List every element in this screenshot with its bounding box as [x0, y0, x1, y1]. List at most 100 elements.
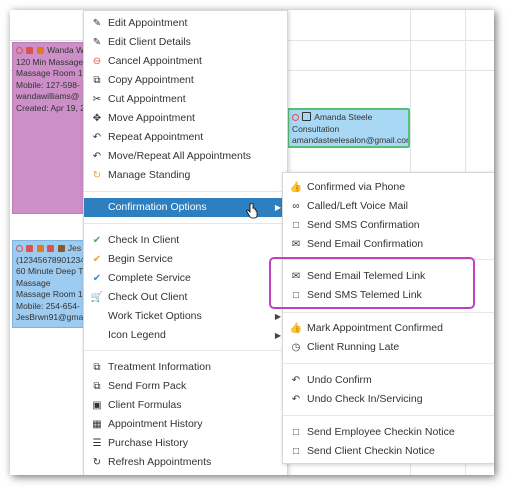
scissors-icon: ✂: [92, 94, 102, 105]
repeat-icon: ↶: [92, 151, 102, 162]
menu-item-copy-appointment[interactable]: ⧉ Copy Appointment: [84, 71, 287, 90]
menu-separator: [84, 223, 287, 224]
menu-item-treatment-information[interactable]: ⧉ Treatment Information: [84, 358, 287, 377]
sms-icon: □: [292, 446, 300, 457]
appointment-block-wanda[interactable]: Wanda W 120 Min Massage Massage Room 1 M…: [12, 42, 88, 214]
menu-item-begin-service[interactable]: ✔ Begin Service: [84, 250, 287, 269]
menu-item-cancel-appointment[interactable]: ⊖ Cancel Appointment: [84, 52, 287, 71]
menu-item-manage-standing[interactable]: ↻ Manage Standing: [84, 166, 287, 185]
list-icon: ☰: [92, 438, 102, 449]
cancel-icon: [292, 114, 299, 121]
appointment-mobile: Mobile: 254-654-: [16, 300, 80, 311]
thumbs-up-icon: 👍: [289, 182, 303, 193]
note-icon: [36, 245, 44, 252]
submenu-item-send-email-confirmation[interactable]: ✉ Send Email Confirmation: [283, 235, 494, 254]
voicemail-icon: ∞: [292, 201, 300, 212]
menu-separator: [283, 312, 494, 313]
cart-icon: 🛒: [90, 292, 104, 303]
appointment-email: wandawilliams@: [16, 91, 80, 101]
sms-icon: □: [292, 427, 300, 438]
pencil-icon: ✎: [92, 18, 102, 29]
appointment-created: Created: Apr 19, 2: [16, 102, 85, 113]
menu-item-appointment-history[interactable]: ▦ Appointment History: [84, 415, 287, 434]
appointment-service-type: Massage: [16, 277, 51, 288]
document-icon: ⧉: [93, 362, 101, 373]
menu-item-edit-appointment[interactable]: ✎ Edit Appointment: [84, 14, 287, 33]
menu-separator: [84, 191, 287, 192]
menu-item-cut-appointment[interactable]: ✂ Cut Appointment: [84, 90, 287, 109]
submenu-item-mark-appointment-confirmed[interactable]: 👍 Mark Appointment Confirmed: [283, 319, 494, 338]
appointment-email: amandasteelesalon@gmail.com: [292, 135, 410, 145]
menu-item-check-in-client[interactable]: ✔ Check In Client: [84, 231, 287, 250]
check-circle-icon: ✔: [92, 254, 102, 265]
submenu-item-send-client-checkin-notice[interactable]: □ Send Client Checkin Notice: [283, 442, 494, 461]
menu-separator: [84, 350, 287, 351]
submenu-arrow-icon: ▶: [274, 203, 281, 212]
thumbs-icon: [26, 245, 34, 252]
appointment-status-icons: Wanda W: [16, 45, 84, 57]
submenu-arrow-icon: ▶: [274, 312, 281, 321]
calendar-icon: ▦: [92, 419, 102, 430]
menu-separator: [283, 415, 494, 416]
appointment-header: Amanda Steele: [292, 112, 405, 124]
move-icon: ✥: [92, 113, 102, 124]
submenu-item-undo-confirm[interactable]: ↶ Undo Confirm: [283, 371, 494, 390]
appointment-status-icons: Jes: [16, 243, 84, 255]
submenu-item-called-left-voice-mail[interactable]: ∞ Called/Left Voice Mail: [283, 197, 494, 216]
flag-icon: [47, 245, 55, 252]
menu-item-edit-client-details[interactable]: ✎ Edit Client Details: [84, 33, 287, 52]
submenu-item-send-employee-checkin-notice[interactable]: □ Send Employee Checkin Notice: [283, 423, 494, 442]
menu-item-purchase-history[interactable]: ☰ Purchase History: [84, 434, 287, 453]
email-icon: ✉: [291, 239, 301, 250]
menu-item-move-appointment[interactable]: ✥ Move Appointment: [84, 109, 287, 128]
flask-icon: ▣: [92, 400, 102, 411]
submenu-item-send-sms-confirmation[interactable]: □ Send SMS Confirmation: [283, 216, 494, 235]
repeat-icon: ↶: [92, 132, 102, 143]
appointment-client-name: Wanda W: [47, 45, 85, 55]
appointment-mobile: Mobile: 127-598-: [16, 79, 80, 90]
submenu-item-confirmed-via-phone[interactable]: 👍 Confirmed via Phone: [283, 178, 494, 197]
flag-icon: [26, 47, 34, 54]
appointment-service: Consultation: [292, 123, 340, 134]
appointment-email: JesBrwn91@gmai: [16, 312, 86, 322]
menu-item-repeat-appointment[interactable]: ↶ Repeat Appointment: [84, 128, 287, 147]
menu-separator: [283, 363, 494, 364]
note-icon: [36, 47, 44, 54]
copy-icon: ⧉: [93, 75, 101, 86]
menu-item-work-ticket-options[interactable]: Work Ticket Options ▶: [84, 307, 287, 326]
undo-icon: ↶: [291, 394, 301, 405]
refresh-icon: ↻: [92, 457, 102, 468]
confirmation-options-submenu: 👍 Confirmed via Phone ∞ Called/Left Voic…: [282, 172, 494, 464]
submenu-arrow-icon: ▶: [274, 331, 281, 340]
menu-item-refresh-appointments[interactable]: ↻ Refresh Appointments: [84, 453, 287, 472]
appointment-client-name: Amanda Steele: [314, 112, 373, 122]
appointment-block-amanda[interactable]: Amanda Steele Consultation amandasteeles…: [287, 108, 410, 148]
standing-icon: ↻: [92, 170, 102, 181]
thumbs-up-icon: 👍: [289, 323, 303, 334]
submenu-item-client-running-late[interactable]: ◷ Client Running Late: [283, 338, 494, 357]
document-icon: ⧉: [93, 381, 101, 392]
appointment-block-jes[interactable]: Jes (12345678901234 60 Minute Deep T Mas…: [12, 240, 88, 328]
appointment-service: 60 Minute Deep T: [16, 266, 84, 276]
clock-icon: ◷: [291, 342, 301, 353]
appointment-context-menu: ✎ Edit Appointment ✎ Edit Client Details…: [83, 10, 288, 475]
menu-item-send-form-pack[interactable]: ⧉ Send Form Pack: [84, 377, 287, 396]
tag-icon: [57, 245, 65, 252]
telemed-highlight-box: [269, 257, 475, 309]
appointment-phone: (12345678901234: [16, 254, 86, 265]
appointment-service: 120 Min Massage: [16, 56, 84, 67]
calendar-window: Wanda W 120 Min Massage Massage Room 1 M…: [10, 10, 494, 475]
appointment-room: Massage Room 1: [16, 68, 83, 78]
menu-item-complete-service[interactable]: ✔ Complete Service: [84, 269, 287, 288]
submenu-item-undo-check-in-servicing[interactable]: ↶ Undo Check In/Servicing: [283, 390, 494, 409]
menu-item-check-out-client[interactable]: 🛒 Check Out Client: [84, 288, 287, 307]
appointment-room: Massage Room 1: [16, 289, 83, 299]
check-circle-icon: ✔: [92, 273, 102, 284]
cancel-icon: [16, 47, 23, 54]
menu-item-move-repeat-all[interactable]: ↶ Move/Repeat All Appointments: [84, 147, 287, 166]
menu-item-client-formulas[interactable]: ▣ Client Formulas: [84, 396, 287, 415]
camera-icon: [302, 112, 312, 121]
menu-item-icon-legend[interactable]: Icon Legend ▶: [84, 326, 287, 345]
cancel-icon: ⊖: [92, 56, 102, 67]
pencil-icon: ✎: [92, 37, 102, 48]
